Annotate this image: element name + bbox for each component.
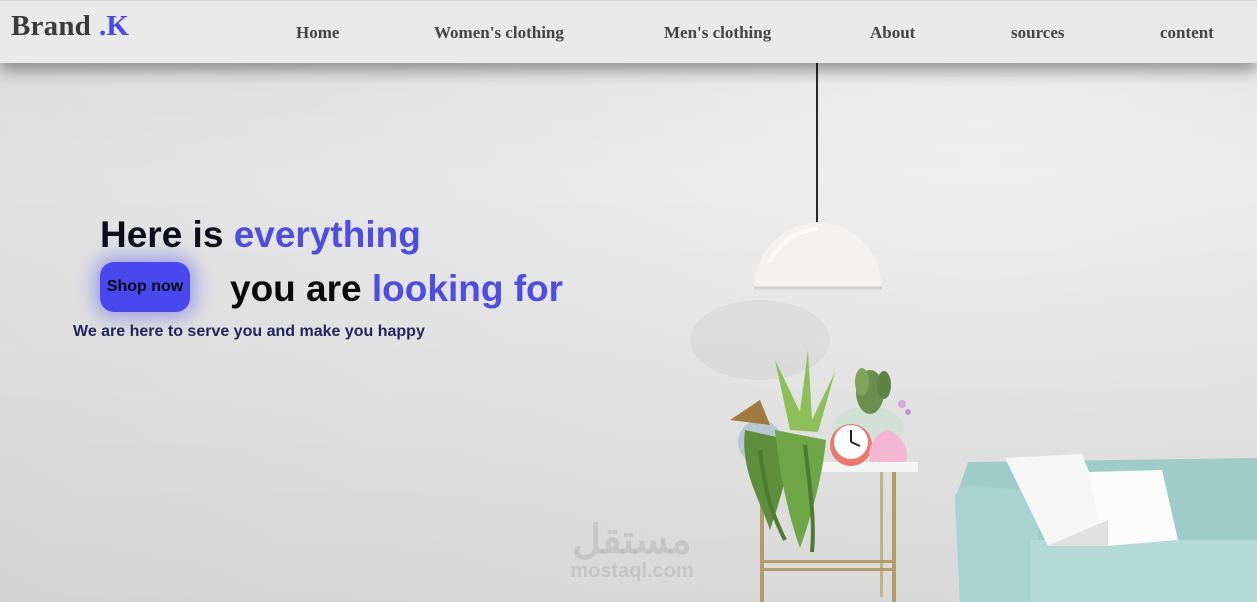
sofa [955,454,1257,602]
headline-line2-accent: looking for [371,268,564,309]
nav-link-mens-clothing[interactable]: Men's clothing [664,23,771,43]
nav-link-about[interactable]: About [870,23,915,43]
headline-line1-accent: everything [233,214,421,255]
watermark: مستقل mostaql.com [552,520,712,582]
watermark-latin: mostaql.com [570,560,694,582]
hero-subtitle: We are here to serve you and make you ha… [73,323,425,340]
pendant-lamp [754,222,882,290]
watermark-arabic: مستقل [572,518,692,562]
nav-link-home[interactable]: Home [296,23,339,43]
nav-link-sources[interactable]: sources [1011,23,1065,43]
brand-logo[interactable]: Brand .K [11,10,129,43]
nav-link-content[interactable]: content [1160,23,1214,43]
nav-link-womens-clothing[interactable]: Women's clothing [434,23,564,43]
plants [730,350,911,553]
brand-accent: .K [98,10,130,42]
hero-headline-line2: you are looking for [230,268,563,310]
shop-now-button[interactable]: Shop now [100,262,190,312]
hero-headline-line1: Here is everything [100,214,421,256]
brand-name: Brand [11,10,91,42]
headline-line1-prefix: Here is [100,214,224,255]
headline-line2-prefix: you are [230,268,362,309]
navbar: Brand .K Home Women's clothing Men's clot… [0,0,1257,63]
